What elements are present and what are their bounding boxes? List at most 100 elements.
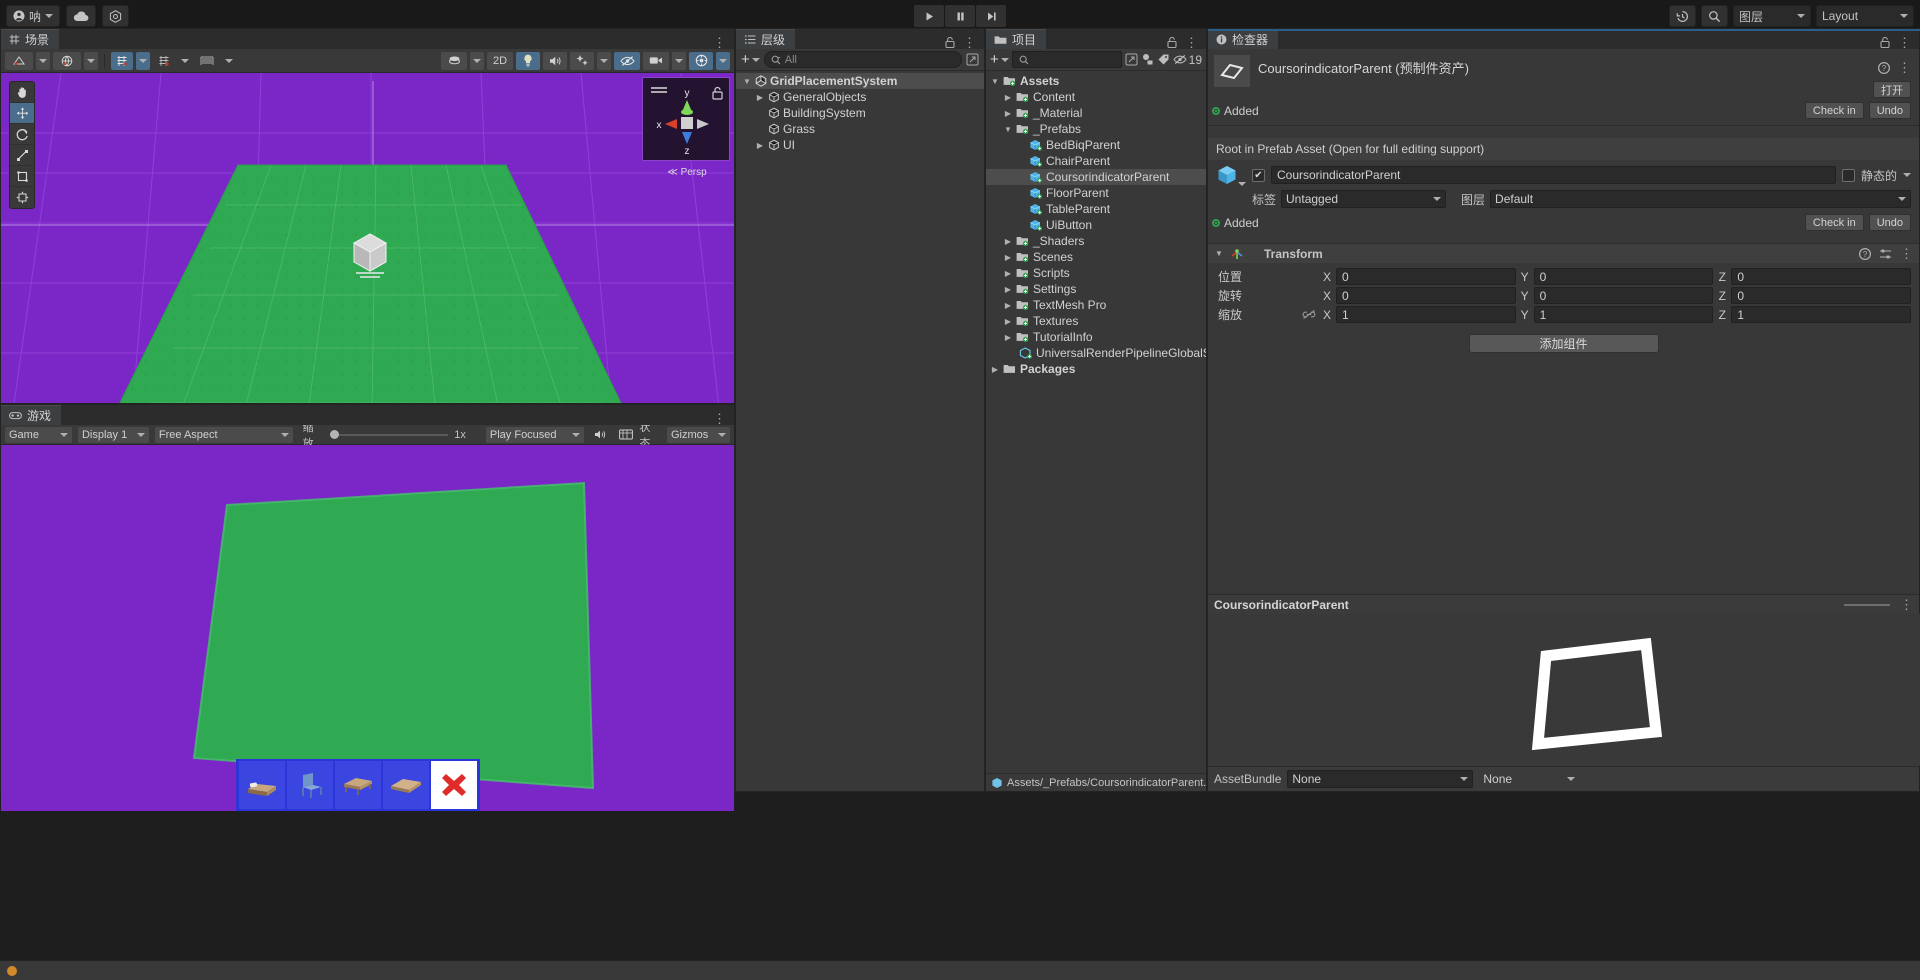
transform-tool-button[interactable] — [10, 187, 34, 208]
help-icon[interactable]: ? — [1878, 61, 1890, 74]
asset-preview[interactable] — [1208, 614, 1920, 766]
chevron-right-icon[interactable]: ▶ — [1003, 269, 1013, 278]
project-item[interactable]: ▶ Content — [986, 89, 1206, 105]
checkin-button[interactable]: Check in — [1804, 214, 1864, 231]
hierarchy-item[interactable]: ▼ GridPlacementSystem — [736, 73, 984, 89]
preset-icon[interactable] — [1879, 248, 1892, 260]
project-search-input[interactable] — [1011, 51, 1122, 68]
scene-shading-dropdown[interactable] — [470, 51, 484, 70]
game-view-selector[interactable]: Game — [5, 426, 72, 443]
audio-toggle[interactable] — [543, 51, 567, 70]
scale-slider[interactable] — [330, 428, 449, 442]
draw-mode-button[interactable] — [53, 51, 81, 70]
layer-dropdown[interactable]: Default — [1490, 190, 1911, 208]
chevron-right-icon[interactable]: ▶ — [1003, 333, 1013, 342]
chevron-down-icon[interactable]: ▼ — [990, 77, 1000, 86]
scale-link-icon[interactable] — [1302, 309, 1316, 320]
ui-button-cancel[interactable] — [431, 761, 477, 809]
aspect-dropdown[interactable]: Free Aspect — [154, 426, 293, 443]
game-viewport[interactable] — [1, 445, 734, 811]
project-item[interactable]: ▶ _Shaders — [986, 233, 1206, 249]
hierarchy-menu-icon[interactable]: ⋮ — [963, 36, 976, 49]
chevron-right-icon[interactable]: ▶ — [1003, 237, 1013, 246]
tab-inspector[interactable]: 检查器 — [1208, 29, 1279, 49]
project-item[interactable]: ▶ _Material — [986, 105, 1206, 121]
preview-menu-icon[interactable]: ⋮ — [1900, 598, 1913, 611]
history-button[interactable] — [1669, 5, 1696, 27]
gameobject-active-checkbox[interactable]: ✔ — [1252, 168, 1265, 182]
project-item[interactable]: BedBiqParent — [986, 137, 1206, 153]
transform-y-input[interactable]: 0 — [1533, 287, 1714, 304]
chevron-right-icon[interactable]: ▶ — [1003, 317, 1013, 326]
project-item[interactable]: ▶ Textures — [986, 313, 1206, 329]
tab-game[interactable]: 游戏 — [1, 405, 62, 425]
grid-dropdown[interactable] — [178, 52, 192, 70]
hierarchy-add-button[interactable]: + — [741, 52, 760, 67]
step-button[interactable] — [976, 5, 1006, 27]
transform-z-input[interactable]: 1 — [1731, 306, 1912, 323]
ui-button-table[interactable] — [335, 761, 381, 809]
scale-slider-knob[interactable] — [330, 430, 340, 439]
scale-tool-button[interactable] — [10, 145, 34, 166]
chevron-down-icon[interactable]: ▼ — [742, 77, 752, 86]
gameobject-icon-dropdown[interactable] — [1238, 182, 1246, 186]
help-icon[interactable]: ? — [1859, 247, 1871, 260]
play-button[interactable] — [914, 5, 944, 27]
draw-mode-dropdown[interactable] — [84, 51, 98, 70]
static-dropdown-icon[interactable] — [1903, 173, 1911, 177]
chevron-down-icon[interactable]: ▼ — [1003, 125, 1013, 134]
twod-label-button[interactable]: 2D — [487, 51, 513, 70]
stats-icon[interactable] — [619, 429, 634, 440]
snap-dropdown[interactable] — [222, 52, 236, 70]
scene-menu-icon[interactable]: ⋮ — [713, 36, 726, 49]
twod-toggle-button[interactable] — [111, 51, 133, 70]
transform-z-input[interactable]: 0 — [1731, 287, 1912, 304]
scene-orientation-gizmo[interactable]: y x z ≪ Persp — [642, 77, 730, 178]
project-item[interactable]: ▶ Scenes — [986, 249, 1206, 265]
chevron-right-icon[interactable]: ▶ — [1003, 301, 1013, 310]
label-filter-icon[interactable] — [1157, 53, 1170, 66]
assetbundle-dropdown[interactable]: None — [1287, 770, 1474, 788]
transform-component-header[interactable]: ▼ Transform ? ⋮ — [1208, 243, 1919, 263]
rect-tool-button[interactable] — [10, 166, 34, 187]
hidden-objects-toggle[interactable] — [614, 51, 640, 70]
gameobject-name-input[interactable]: CoursorindicatorParent — [1271, 166, 1836, 184]
pause-button[interactable] — [945, 5, 975, 27]
tab-project[interactable]: 项目 — [986, 29, 1047, 49]
undo-button-top[interactable]: Undo — [1868, 102, 1911, 119]
project-expand-icon[interactable] — [1125, 53, 1138, 66]
project-item[interactable]: CoursorindicatorParent — [986, 169, 1206, 185]
effects-dropdown[interactable] — [597, 51, 611, 70]
hidden-assets-counter[interactable]: 19 — [1173, 53, 1202, 67]
account-button[interactable]: 呐 — [6, 5, 61, 27]
project-item[interactable]: ▶ Settings — [986, 281, 1206, 297]
project-item[interactable]: ▶ Scripts — [986, 265, 1206, 281]
tab-scene[interactable]: 场景 — [1, 29, 60, 49]
game-menu-icon[interactable]: ⋮ — [713, 412, 726, 425]
chevron-right-icon[interactable]: ▶ — [990, 365, 1000, 374]
transform-x-input[interactable]: 0 — [1336, 287, 1516, 304]
add-component-button[interactable]: 添加组件 — [1468, 334, 1659, 353]
chevron-right-icon[interactable]: ▶ — [755, 141, 765, 150]
assetbundle-variant-dropdown[interactable]: None — [1479, 770, 1579, 788]
project-item[interactable]: ChairParent — [986, 153, 1206, 169]
search-button[interactable] — [1701, 5, 1728, 27]
checkin-button-top[interactable]: Check in — [1804, 102, 1864, 119]
mute-audio-icon[interactable] — [594, 429, 607, 440]
project-menu-icon[interactable]: ⋮ — [1185, 36, 1198, 49]
project-item[interactable]: FloorParent — [986, 185, 1206, 201]
shading-dropdown[interactable] — [36, 51, 50, 70]
gizmos-dropdown-game[interactable]: Gizmos — [666, 426, 730, 443]
asset-filter-icon[interactable] — [1141, 53, 1154, 66]
asset-menu-icon[interactable]: ⋮ — [1898, 61, 1911, 74]
open-prefab-button[interactable]: 打开 — [1873, 81, 1911, 98]
tag-dropdown[interactable]: Untagged — [1281, 190, 1447, 208]
hierarchy-item[interactable]: Grass — [736, 121, 984, 137]
transform-y-input[interactable]: 0 — [1533, 268, 1714, 285]
inspector-menu-icon[interactable]: ⋮ — [1898, 36, 1911, 49]
chevron-right-icon[interactable]: ▶ — [1003, 93, 1013, 102]
gizmos-dropdown[interactable] — [716, 51, 730, 70]
display-dropdown[interactable]: Display 1 — [77, 426, 149, 443]
gizmos-toggle[interactable] — [689, 51, 713, 70]
hierarchy-item[interactable]: BuildingSystem — [736, 105, 984, 121]
